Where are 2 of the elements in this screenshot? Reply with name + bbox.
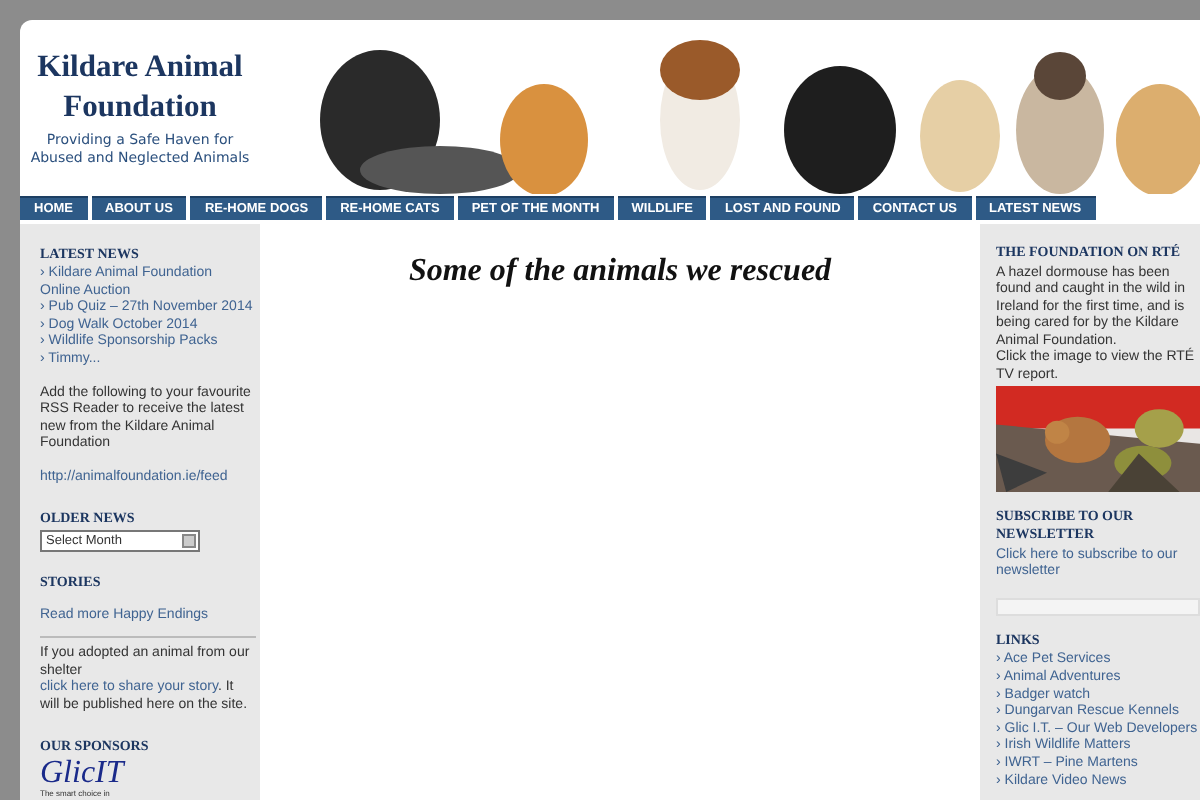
page-heading: Some of the animals we rescued bbox=[406, 254, 834, 290]
site-title[interactable]: Kildare Animal Foundation bbox=[20, 48, 260, 128]
